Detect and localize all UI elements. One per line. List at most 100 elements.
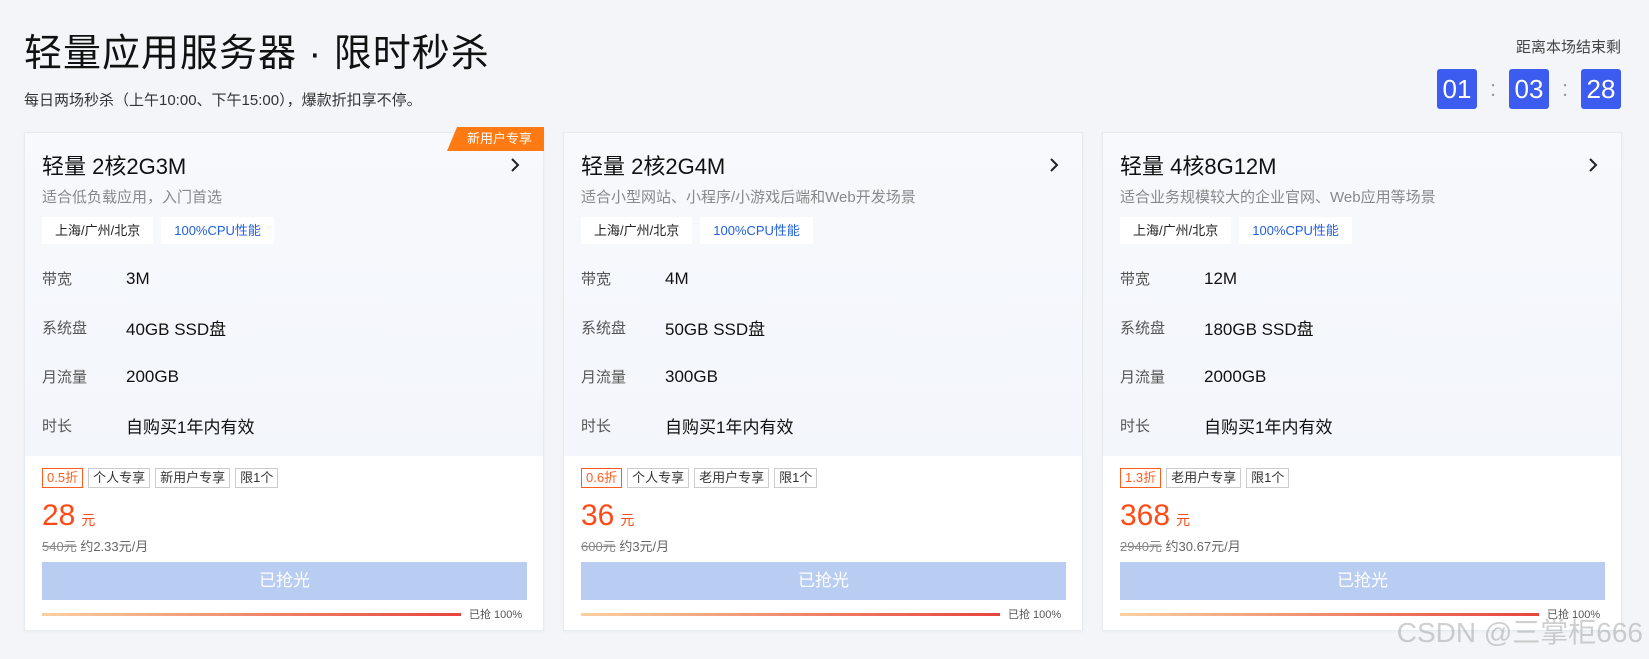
badge: 个人专享 bbox=[627, 468, 690, 488]
countdown-hours: 01 bbox=[1437, 69, 1477, 109]
spec-row: 带宽 4M bbox=[581, 254, 1065, 303]
progress-bar bbox=[42, 612, 461, 616]
monthly-price: 约30.67元/月 bbox=[1165, 539, 1241, 554]
original-price-row: 600元 约3元/月 bbox=[581, 536, 1065, 555]
cpu-tag: 100%CPU性能 bbox=[161, 217, 274, 244]
spec-label: 月流量 bbox=[1120, 369, 1166, 386]
page-subtitle: 每日两场秒杀（上午10:00、下午15:00），爆款折扣享不停。 bbox=[24, 92, 422, 109]
spec-row: 月流量 2000GB bbox=[1120, 352, 1604, 401]
badge: 个人专享 bbox=[88, 468, 151, 488]
spec-value: 180GB SSD盘 bbox=[1204, 320, 1314, 339]
spec-label: 带宽 bbox=[42, 271, 73, 288]
discount-badge: 1.3折 bbox=[1120, 468, 1162, 488]
card-purchase: 0.5折 个人专享 新用户专享 限1个 28 元 540元 约2.33元/月 已… bbox=[25, 456, 543, 622]
product-tags: 上海/广州/北京 100%CPU性能 bbox=[581, 217, 1065, 244]
product-tags: 上海/广州/北京 100%CPU性能 bbox=[42, 217, 526, 244]
spec-label: 月流量 bbox=[581, 369, 627, 386]
spec-label: 时长 bbox=[42, 418, 73, 435]
spec-value: 3M bbox=[126, 268, 150, 288]
original-price: 540元 bbox=[42, 539, 77, 554]
card-purchase: 0.6折 个人专享 老用户专享 限1个 36 元 600元 约3元/月 已抢光 … bbox=[564, 456, 1082, 622]
progress-row: 已抢 100% bbox=[42, 606, 526, 622]
countdown: 距离本场结束剩 01 : 03 : 28 bbox=[1437, 36, 1621, 109]
spec-label: 带宽 bbox=[1120, 271, 1151, 288]
new-user-ribbon: 新用户专享 bbox=[446, 127, 544, 151]
page-header: 轻量应用服务器 · 限时秒杀 每日两场秒杀（上午10:00、下午15:00），爆… bbox=[24, 22, 1621, 112]
card-header[interactable]: 轻量 4核8G12M 适合业务规模较大的企业官网、Web应用等场景 上海/广州/… bbox=[1103, 133, 1621, 456]
badge: 老用户专享 bbox=[694, 468, 770, 488]
product-description: 适合小型网站、小程序/小游戏后端和Web开发场景 bbox=[581, 189, 916, 206]
spec-value: 4M bbox=[665, 268, 689, 288]
region-tag: 上海/广州/北京 bbox=[1120, 217, 1232, 244]
price-unit: 元 bbox=[1176, 512, 1191, 528]
spec-value: 200GB bbox=[126, 366, 179, 386]
spec-value: 2000GB bbox=[1204, 366, 1267, 386]
original-price: 2940元 bbox=[1120, 539, 1162, 554]
cpu-tag: 100%CPU性能 bbox=[700, 217, 813, 244]
spec-value: 自购买1年内有效 bbox=[1204, 418, 1333, 437]
badge-list: 0.5折 个人专享 新用户专享 限1个 bbox=[42, 468, 526, 488]
chevron-right-icon[interactable] bbox=[1046, 157, 1062, 173]
progress-text: 已抢 100% bbox=[1008, 609, 1062, 621]
spec-value: 自购买1年内有效 bbox=[126, 418, 255, 437]
price-value: 368 bbox=[1120, 499, 1171, 532]
spec-row: 系统盘 40GB SSD盘 bbox=[42, 303, 526, 352]
spec-row: 月流量 200GB bbox=[42, 352, 526, 401]
product-tags: 上海/广州/北京 100%CPU性能 bbox=[1120, 217, 1604, 244]
badge: 限1个 bbox=[774, 468, 818, 488]
product-name: 轻量 2核2G4M bbox=[581, 154, 726, 179]
spec-row: 系统盘 180GB SSD盘 bbox=[1120, 303, 1604, 352]
progress-row: 已抢 100% bbox=[581, 606, 1065, 622]
discount-badge: 0.6折 bbox=[581, 468, 623, 488]
progress-text: 已抢 100% bbox=[469, 609, 523, 621]
badge: 限1个 bbox=[1246, 468, 1290, 488]
spec-value: 300GB bbox=[665, 366, 718, 386]
badge-list: 0.6折 个人专享 老用户专享 限1个 bbox=[581, 468, 1065, 488]
card-header[interactable]: 轻量 2核2G4M 适合小型网站、小程序/小游戏后端和Web开发场景 上海/广州… bbox=[564, 133, 1082, 456]
spec-list: 带宽 3M 系统盘 40GB SSD盘 月流量 200GB 时长 自购买1年内有效 bbox=[42, 254, 526, 450]
spec-value: 自购买1年内有效 bbox=[665, 418, 794, 437]
product-description: 适合业务规模较大的企业官网、Web应用等场景 bbox=[1120, 189, 1436, 206]
spec-value: 12M bbox=[1204, 268, 1238, 288]
sold-out-button[interactable]: 已抢光 bbox=[42, 562, 527, 600]
spec-row: 时长 自购买1年内有效 bbox=[1120, 401, 1604, 450]
countdown-timer: 01 : 03 : 28 bbox=[1437, 69, 1621, 109]
product-card: 轻量 4核8G12M 适合业务规模较大的企业官网、Web应用等场景 上海/广州/… bbox=[1102, 132, 1622, 631]
price-value: 36 bbox=[581, 499, 615, 532]
price-value: 28 bbox=[42, 499, 76, 532]
spec-label: 带宽 bbox=[581, 271, 612, 288]
original-price: 600元 bbox=[581, 539, 616, 554]
card-header[interactable]: 新用户专享 轻量 2核2G3M 适合低负载应用，入门首选 上海/广州/北京 10… bbox=[25, 127, 544, 456]
price-row: 36 元 bbox=[581, 500, 1065, 532]
badge-list: 1.3折 老用户专享 限1个 bbox=[1120, 468, 1604, 488]
price-row: 28 元 bbox=[42, 500, 526, 532]
sold-out-button[interactable]: 已抢光 bbox=[581, 562, 1066, 600]
spec-row: 带宽 12M bbox=[1120, 254, 1604, 303]
region-tag: 上海/广州/北京 bbox=[581, 217, 693, 244]
sold-out-button[interactable]: 已抢光 bbox=[1120, 562, 1605, 600]
countdown-separator: : bbox=[1489, 76, 1497, 101]
chevron-right-icon[interactable] bbox=[1585, 157, 1601, 173]
countdown-label: 距离本场结束剩 bbox=[1515, 39, 1621, 56]
spec-label: 系统盘 bbox=[581, 320, 627, 337]
badge: 新用户专享 bbox=[155, 468, 231, 488]
spec-list: 带宽 12M 系统盘 180GB SSD盘 月流量 2000GB 时长 自购买1年内有效 bbox=[1120, 254, 1604, 450]
chevron-right-icon[interactable] bbox=[507, 157, 523, 173]
original-price-row: 2940元 约30.67元/月 bbox=[1120, 536, 1604, 555]
spec-row: 月流量 300GB bbox=[581, 352, 1065, 401]
badge: 老用户专享 bbox=[1166, 468, 1242, 488]
card-purchase: 1.3折 老用户专享 限1个 368 元 2940元 约30.67元/月 已抢光… bbox=[1103, 456, 1621, 622]
spec-list: 带宽 4M 系统盘 50GB SSD盘 月流量 300GB 时长 自购买1年内有效 bbox=[581, 254, 1065, 450]
spec-row: 带宽 3M bbox=[42, 254, 526, 303]
product-name: 轻量 4核8G12M bbox=[1120, 154, 1277, 179]
cpu-tag: 100%CPU性能 bbox=[1239, 217, 1352, 244]
original-price-row: 540元 约2.33元/月 bbox=[42, 536, 526, 555]
discount-badge: 0.5折 bbox=[42, 468, 84, 488]
spec-value: 40GB SSD盘 bbox=[126, 320, 227, 339]
monthly-price: 约2.33元/月 bbox=[80, 539, 149, 554]
product-card: 新用户专享 轻量 2核2G3M 适合低负载应用，入门首选 上海/广州/北京 10… bbox=[24, 127, 544, 631]
price-unit: 元 bbox=[81, 512, 96, 528]
countdown-separator: : bbox=[1561, 76, 1569, 101]
product-description: 适合低负载应用，入门首选 bbox=[42, 189, 223, 206]
spec-value: 50GB SSD盘 bbox=[665, 320, 766, 339]
